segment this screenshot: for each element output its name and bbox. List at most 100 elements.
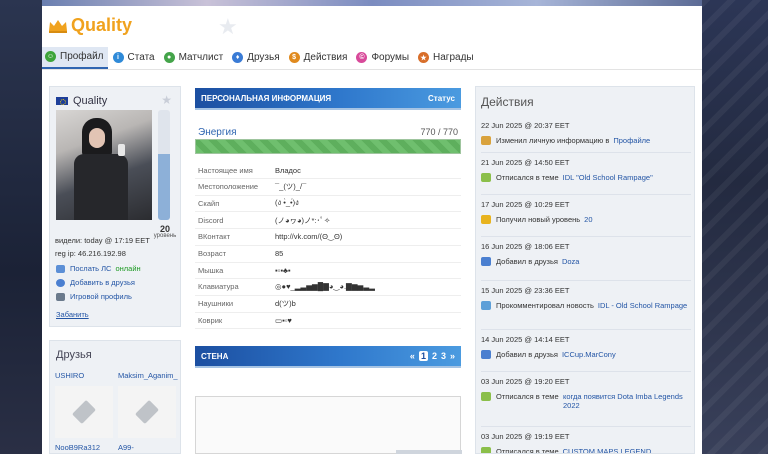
info-value: http://vk.com/(ʘ‿ʘ) [275,232,343,242]
friend-card[interactable]: A99- [118,443,180,452]
action-link[interactable]: CUSTOM MAPS LEGEND [563,447,652,453]
action-text: Изменил личную информацию в [496,136,610,145]
personal-info-header: ПЕРСОНАЛЬНАЯ ИНФОРМАЦИЯ Статус [195,88,461,110]
friend-name[interactable]: NooB9Ra312 [55,443,117,452]
energy-label: Энергия [198,127,237,138]
info-row: Наушники d(ツ)b [195,296,461,313]
profile-icon: ☺ [45,51,56,62]
action-line: Добавил в друзья Doza [481,257,691,266]
action-line: Отписался в теме IDL "Old School Rampage" [481,173,691,182]
friend-avatar[interactable] [118,386,176,438]
add-friend-link[interactable]: Добавить в друзья [70,278,135,287]
info-row: Местоположение ¯_(ツ)_/¯ [195,179,461,196]
action-date: 03 Jun 2025 @ 19:19 EET [481,432,570,441]
action-line: Получил новый уровень 20 [481,215,691,224]
wall-page-link[interactable]: 1 [418,351,428,361]
action-text: Прокомментировал новость [496,301,594,310]
info-row: Настоящее имя Владос [195,162,461,179]
info-key: Коврик [198,315,223,325]
ban-link[interactable]: Забанить [56,310,89,319]
action-line: Добавил в друзья ICCup.MarCony [481,350,691,359]
personal-info-title: ПЕРСОНАЛЬНАЯ ИНФОРМАЦИЯ [201,94,332,103]
tab-label: Профайл [60,51,104,62]
tab-profile[interactable]: ☺ Профайл [42,46,108,69]
friends-title: Друзья [56,349,92,361]
tab-forums[interactable]: © Форумы [353,47,413,69]
level-progress-fill [158,154,170,220]
action-link[interactable]: IDL "Old School Rampage" [563,173,653,182]
action-date: 14 Jun 2025 @ 14:14 EET [481,335,570,344]
info-row: Клавиатура ◎●♥_▂▃▅▆█▇◕‿◕.▇▆▅▃▂ [195,279,461,296]
friend-card[interactable]: Maksim_Aganim_ [118,371,180,438]
level-progress-bar [158,110,170,220]
profile-tabs: ☺ Профайл i Стата ● Матчлист ♦ Друзья $ Действия ©… [42,46,702,70]
info-key: Возраст [198,249,227,258]
action-separator [481,426,691,427]
logo-text: Quality [71,15,133,35]
friend-card[interactable]: USHIRO [55,371,117,438]
header: Quality ★ [42,6,702,44]
actions-panel: Действия 22 Jun 2025 @ 20:37 EET Изменил … [475,86,695,454]
info-row: Discord (ノ◕ヮ◕)ノ*:･ﾟ✧ [195,212,461,230]
wall-page-link[interactable]: « [410,351,415,361]
wall-submit-bar[interactable] [396,450,462,454]
info-value: (ง •̀_•́)ง [275,198,299,208]
action-link[interactable]: ICCup.MarCony [562,350,616,359]
tab-label: Матчлист [178,52,224,63]
action-link[interactable]: 20 [584,215,592,224]
game-profile-icon [56,292,65,301]
action-line: Отписался в теме CUSTOM MAPS LEGEND [481,447,691,454]
info-value: ¯_(ツ)_/¯ [275,182,307,192]
energy-value: 770 / 770 [420,127,458,137]
action-link[interactable]: когда появится Dota Imba Legends 2022 [563,392,691,410]
tab-stats[interactable]: i Стата [110,47,159,69]
action-separator [481,371,691,372]
action-date: 22 Jun 2025 @ 20:37 EET [481,121,570,130]
status-label[interactable]: Статус [428,94,455,103]
action-link[interactable]: Профайле [613,136,650,145]
avatar-face [89,128,105,148]
send-message-link[interactable]: Послать ЛС [70,264,111,273]
info-key: Клавиатура [198,282,239,292]
tab-label: Награды [433,52,474,63]
action-item: 22 Jun 2025 @ 20:37 EET Изменил личную ин… [481,121,691,153]
site-logo[interactable]: Quality [48,15,132,36]
tab-matchlist[interactable]: ● Матчлист [161,47,228,69]
tab-actions[interactable]: $ Действия [286,47,352,69]
action-date: 21 Jun 2025 @ 14:50 EET [481,158,570,167]
wall-page-link[interactable]: 2 [432,351,437,361]
avatar [56,110,152,220]
add-friend-row: Добавить в друзья [56,278,135,287]
friend-name[interactable]: USHIRO [55,371,117,380]
friend-name[interactable]: Maksim_Aganim_ [118,371,180,380]
wall-input[interactable] [195,396,461,454]
info-value: Владос [275,165,301,175]
action-link[interactable]: Doza [562,257,580,266]
action-link[interactable]: IDL - Old School Rampage [598,301,687,310]
matchlist-icon: ● [163,52,175,63]
friend-name[interactable]: A99- [118,443,180,452]
wall-page-link[interactable]: » [450,351,455,361]
info-key: Discord [198,215,224,225]
tab-friends[interactable]: ♦ Друзья [229,47,283,69]
tab-awards[interactable]: ★ Награды [415,47,478,69]
action-item: 21 Jun 2025 @ 14:50 EET Отписался в теме I… [481,158,691,195]
wall-page-link[interactable]: 3 [441,351,446,361]
actions-icon: $ [288,52,300,63]
profile-page: Quality ★ ☺ Профайл i Стата ● Матчлист ♦ Друзья… [42,6,702,454]
avatar-body [74,154,128,220]
action-text: Отписался в теме [496,447,559,454]
action-separator [481,280,691,281]
friend-card[interactable]: NooB9Ra312 [55,443,117,452]
friend-avatar[interactable] [55,386,113,438]
favorite-star-icon[interactable]: ★ [161,93,172,107]
info-row: Коврик ▭▪▫♥ [195,312,461,330]
info-row: Возраст 85 [195,246,461,263]
action-item: 17 Jun 2025 @ 10:29 EET Получил новый уро… [481,200,691,237]
post-icon [481,173,491,182]
eu-flag-icon [56,97,68,105]
action-line: Отписался в теме когда появится Dota Imba… [481,392,691,410]
actions-title: Действия [481,95,534,109]
action-text: Добавил в друзья [496,257,558,266]
game-profile-link[interactable]: Игровой профиль [70,292,132,301]
